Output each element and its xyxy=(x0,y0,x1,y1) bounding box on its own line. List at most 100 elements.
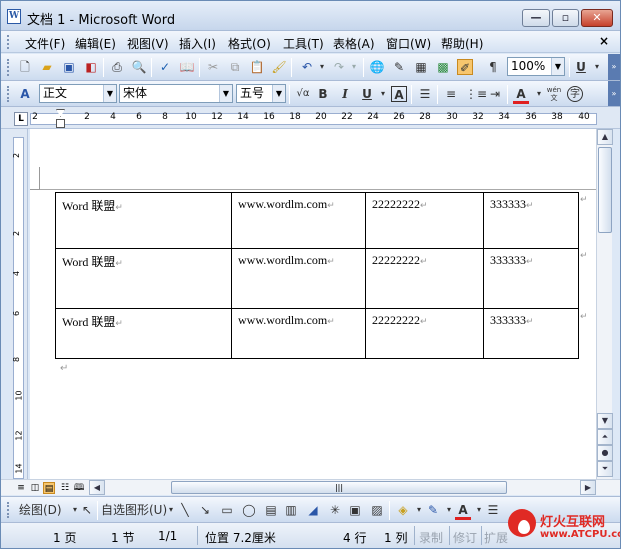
line-icon[interactable]: ╲ xyxy=(177,502,193,518)
table-cell[interactable]: 22222222↵ xyxy=(365,248,484,309)
maximize-button[interactable]: ▫ xyxy=(552,9,579,27)
table-cell[interactable]: Word 联盟↵ xyxy=(55,308,232,359)
font-size-select[interactable]: 五号 ▼ xyxy=(236,84,286,103)
save-icon[interactable]: ▣ xyxy=(61,59,77,75)
vertical-scrollbar[interactable]: ▲ ▼ ⏶ ● ⏷ xyxy=(596,129,613,479)
redo-icon[interactable]: ↷ xyxy=(331,59,347,75)
wordart-icon[interactable]: ◢ xyxy=(305,502,321,518)
numbering-icon[interactable]: ≡ xyxy=(443,86,459,102)
equation-icon[interactable]: √α xyxy=(293,86,313,102)
enclose-char-button[interactable]: 字 xyxy=(567,86,583,102)
underline-button[interactable]: U xyxy=(359,86,375,102)
table-cell[interactable]: 22222222↵ xyxy=(365,192,484,249)
print-layout-icon[interactable]: ▤ xyxy=(43,482,55,494)
horizontal-scrollbar[interactable]: ≡ ◫ ▤ ☷ 🕮 ◀ ||| ▶ xyxy=(1,479,620,495)
open-folder-icon[interactable]: ▰ xyxy=(39,59,55,75)
scroll-down-icon[interactable]: ▼ xyxy=(597,413,613,429)
scroll-left-icon[interactable]: ◀ xyxy=(89,480,105,495)
draw-font-color-icon[interactable]: A xyxy=(455,502,471,520)
status-track[interactable]: 修订 xyxy=(453,529,477,546)
autoshapes-button[interactable]: 自选图形(U) xyxy=(101,502,169,518)
insert-table-icon[interactable]: ▦ xyxy=(413,59,429,75)
bullets-icon[interactable]: ⋮≡ xyxy=(465,86,487,102)
format-painter-icon[interactable]: 🖌 xyxy=(271,59,287,75)
table-cell[interactable]: Word 联盟↵ xyxy=(55,248,232,309)
spelling-icon[interactable]: ✓ xyxy=(157,59,173,75)
justify-icon[interactable]: ☰ xyxy=(417,86,433,102)
horizontal-ruler[interactable]: L 2 2 4 6 8 10 12 14 16 18 20 22 24 26 28 30 32 34 36 38 40 xyxy=(1,107,620,129)
style-select[interactable]: 正文 ▼ xyxy=(39,84,117,103)
toolbar-options-icon[interactable]: » xyxy=(608,54,620,80)
permission-icon[interactable]: ◧ xyxy=(83,59,99,75)
chevron-down-icon[interactable]: ▼ xyxy=(551,58,564,75)
print-icon[interactable]: ⎙ xyxy=(109,59,125,75)
char-border-button[interactable]: A xyxy=(391,86,407,102)
chevron-down-icon[interactable]: ▼ xyxy=(219,85,232,102)
underline-style-dropdown-icon[interactable]: ▾ xyxy=(375,86,391,102)
close-button[interactable]: ✕ xyxy=(581,9,613,27)
arrow-icon[interactable]: ↘ xyxy=(197,502,213,518)
table-cell[interactable]: www.wordlm.com↵ xyxy=(231,308,366,359)
toolbar-options-icon[interactable]: » xyxy=(608,81,620,106)
left-indent-marker[interactable] xyxy=(56,119,65,128)
drawing-toggle-icon[interactable]: ✐ xyxy=(457,59,473,75)
table-cell[interactable]: 333333↵ xyxy=(483,308,579,359)
vertical-ruler-track[interactable] xyxy=(13,137,24,479)
new-document-icon[interactable]: 🗋 xyxy=(17,59,33,75)
menu-grip[interactable] xyxy=(7,35,10,49)
redo-dropdown-icon[interactable]: ▾ xyxy=(346,59,362,75)
picture-icon[interactable]: ▨ xyxy=(369,502,385,518)
word-app-icon[interactable]: W xyxy=(7,9,21,24)
rectangle-icon[interactable]: ▭ xyxy=(219,502,235,518)
toolbar-grip[interactable] xyxy=(7,59,10,76)
italic-button[interactable]: I xyxy=(337,86,353,102)
table-cell[interactable]: 22222222↵ xyxy=(365,308,484,359)
vertical-scroll-thumb[interactable] xyxy=(598,147,612,233)
previous-page-icon[interactable]: ⏶ xyxy=(597,429,613,445)
diagram-icon[interactable]: ✳ xyxy=(327,502,343,518)
print-preview-icon[interactable]: 🔍 xyxy=(131,59,147,75)
menu-file[interactable]: 文件(F) xyxy=(25,35,65,52)
copy-icon[interactable]: ⧉ xyxy=(227,59,243,75)
table-cell[interactable]: Word 联盟↵ xyxy=(55,192,232,249)
font-color-button[interactable]: A xyxy=(513,86,529,104)
insert-excel-icon[interactable]: ▩ xyxy=(435,59,451,75)
web-view-icon[interactable]: ◫ xyxy=(29,482,41,494)
line-color-icon[interactable]: ✎ xyxy=(425,502,441,518)
undo-icon[interactable]: ↶ xyxy=(299,59,315,75)
undo-dropdown-icon[interactable]: ▾ xyxy=(314,59,330,75)
table-cell[interactable]: www.wordlm.com↵ xyxy=(231,192,366,249)
line-style-icon[interactable]: ☰ xyxy=(485,502,501,518)
toolbar-grip[interactable] xyxy=(7,502,10,518)
bold-button[interactable]: B xyxy=(315,86,331,102)
chevron-down-icon[interactable]: ▼ xyxy=(103,85,116,102)
vertical-textbox-icon[interactable]: ▥ xyxy=(283,502,299,518)
zoom-select[interactable]: 100% ▼ xyxy=(507,57,565,76)
select-objects-icon[interactable]: ↖ xyxy=(79,502,95,518)
show-hide-icon[interactable]: ¶ xyxy=(485,59,501,75)
tables-borders-icon[interactable]: ✎ xyxy=(391,59,407,75)
menu-insert[interactable]: 插入(I) xyxy=(179,35,216,52)
styles-icon[interactable]: A xyxy=(17,86,33,102)
table-cell[interactable]: 333333↵ xyxy=(483,192,579,249)
fill-color-icon[interactable]: ◈ xyxy=(395,502,411,518)
table-cell[interactable]: www.wordlm.com↵ xyxy=(231,248,366,309)
oval-icon[interactable]: ◯ xyxy=(241,502,257,518)
reading-view-icon[interactable]: 🕮 xyxy=(73,482,85,494)
status-extend[interactable]: 扩展 xyxy=(484,529,508,546)
menu-window[interactable]: 窗口(W) xyxy=(386,35,431,52)
underline-dropdown-icon[interactable]: ▾ xyxy=(589,59,605,75)
draw-menu-button[interactable]: 绘图(D) xyxy=(19,502,65,518)
menu-format[interactable]: 格式(O) xyxy=(228,35,271,52)
vertical-ruler[interactable]: 2 2 4 6 8 10 12 14 xyxy=(10,129,28,479)
textbox-icon[interactable]: ▤ xyxy=(263,502,279,518)
outline-view-icon[interactable]: ☷ xyxy=(59,482,71,494)
browse-object-icon[interactable]: ● xyxy=(597,445,613,461)
menu-tools[interactable]: 工具(T) xyxy=(283,35,324,52)
cut-icon[interactable]: ✂ xyxy=(205,59,221,75)
next-page-icon[interactable]: ⏷ xyxy=(597,461,613,477)
underline-icon[interactable]: U xyxy=(573,59,589,75)
menu-view[interactable]: 视图(V) xyxy=(127,35,169,52)
menu-close-icon[interactable]: × xyxy=(599,34,609,48)
table-cell[interactable]: 333333↵ xyxy=(483,248,579,309)
